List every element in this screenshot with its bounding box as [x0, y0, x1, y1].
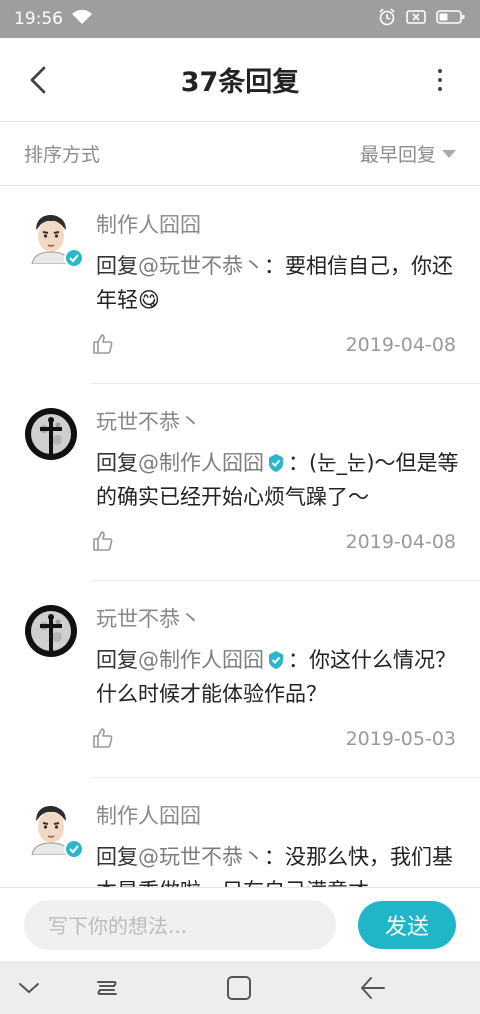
- reply-item: 玩世不恭丶 回复@制作人囧囧 ：你这什么情况？什么时候才能体验作品？ 2019-0…: [0, 581, 480, 778]
- more-vertical-icon: [438, 69, 442, 73]
- avatar[interactable]: [24, 604, 78, 658]
- mention-link[interactable]: @制作人囧囧: [138, 648, 264, 672]
- thumbs-up-icon: [93, 334, 113, 354]
- wifi-icon: [71, 9, 93, 30]
- emoji: 😋: [138, 288, 160, 312]
- status-bar: 19:56: [0, 0, 480, 38]
- sort-order-dropdown[interactable]: 最早回复: [360, 140, 456, 167]
- more-options-button[interactable]: [422, 64, 458, 96]
- mention-link[interactable]: @玩世不恭丶: [138, 845, 264, 869]
- like-button[interactable]: [91, 332, 115, 356]
- recents-icon: [97, 981, 117, 995]
- mention-link[interactable]: @制作人囧囧: [138, 451, 264, 475]
- top-app-bar: 37条回复: [0, 38, 480, 122]
- reply-prefix: 回复: [96, 254, 138, 278]
- chevron-left-icon: [30, 66, 46, 94]
- nav-recents-button[interactable]: [92, 973, 122, 1003]
- thumbs-up-icon: [93, 531, 113, 551]
- reply-prefix: 回复: [96, 451, 138, 475]
- send-button[interactable]: 发送: [358, 900, 456, 949]
- avatar[interactable]: [24, 801, 84, 859]
- reply-prefix: 回复: [96, 845, 138, 869]
- reply-date: 2019-05-03: [345, 728, 456, 750]
- reply-prefix: 回复: [96, 648, 138, 672]
- reply-separator: ：: [264, 845, 285, 869]
- reply-separator: ：: [288, 451, 309, 475]
- page-title: 37条回复: [180, 67, 300, 98]
- home-square-icon: [227, 976, 251, 1000]
- back-button[interactable]: [18, 60, 58, 100]
- nav-collapse-button[interactable]: [14, 973, 44, 1003]
- verified-badge-icon: [269, 651, 283, 669]
- reply-item: 玩世不恭丶 回复@制作人囧囧 ：(눈_눈)～但是等的确实已经开始心烦气躁了～ 20…: [0, 384, 480, 581]
- nav-back-button[interactable]: [358, 973, 388, 1003]
- nav-home-button[interactable]: [224, 973, 254, 1003]
- reply-separator: ：: [288, 648, 309, 672]
- reply-content: 回复@制作人囧囧 ：你这什么情况？什么时候才能体验作品？: [96, 643, 462, 711]
- reply-item: 制作人囧囧 回复@玩世不恭丶：要相信自己，你还年轻😋 2019-04-08: [0, 187, 480, 384]
- like-button[interactable]: [91, 529, 115, 553]
- sort-label: 排序方式: [24, 144, 101, 166]
- status-time: 19:56: [14, 9, 63, 29]
- reply-content: 回复@制作人囧囧 ：(눈_눈)～但是等的确实已经开始心烦气躁了～: [96, 446, 462, 514]
- system-nav-bar: [0, 961, 480, 1014]
- reply-list[interactable]: 制作人囧囧 回复@玩世不恭丶：要相信自己，你还年轻😋 2019-04-08 玩世…: [0, 187, 480, 887]
- avatar[interactable]: [24, 210, 84, 268]
- verified-badge-icon: [269, 454, 283, 472]
- thumbs-up-icon: [93, 728, 113, 748]
- mention-link[interactable]: @玩世不恭丶: [138, 254, 264, 278]
- verified-badge-icon: [64, 839, 84, 859]
- sort-selected-value: 最早回复: [359, 144, 436, 166]
- reply-content: 回复@玩世不恭丶：没那么快，我们基本是乘做啦，只有自己满意才: [96, 840, 462, 887]
- reply-item: 制作人囧囧 回复@玩世不恭丶：没那么快，我们基本是乘做啦，只有自己满意才: [0, 778, 480, 887]
- chevron-down-icon: [19, 983, 39, 994]
- back-arrow-icon: [361, 977, 385, 999]
- alarm-icon: [378, 7, 396, 31]
- caret-down-icon: [442, 149, 456, 158]
- reply-date: 2019-04-08: [345, 334, 456, 356]
- reply-content: 回复@玩世不恭丶：要相信自己，你还年轻😋: [96, 249, 462, 317]
- reply-author[interactable]: 玩世不恭丶: [96, 603, 201, 633]
- avatar[interactable]: [24, 407, 78, 461]
- reply-date: 2019-04-08: [345, 531, 456, 553]
- reply-author[interactable]: 制作人囧囧: [96, 800, 201, 830]
- sort-bar: 排序方式 最早回复: [0, 122, 480, 186]
- verified-badge-icon: [64, 248, 84, 268]
- reply-author[interactable]: 制作人囧囧: [96, 209, 201, 239]
- reply-input[interactable]: 写下你的想法...: [24, 899, 336, 950]
- battery-icon: [436, 9, 466, 30]
- reply-input-bar: 写下你的想法... 发送: [0, 887, 480, 961]
- reply-separator: ：: [264, 254, 285, 278]
- like-button[interactable]: [91, 726, 115, 750]
- reply-author[interactable]: 玩世不恭丶: [96, 406, 201, 436]
- no-sim-icon: [406, 9, 426, 30]
